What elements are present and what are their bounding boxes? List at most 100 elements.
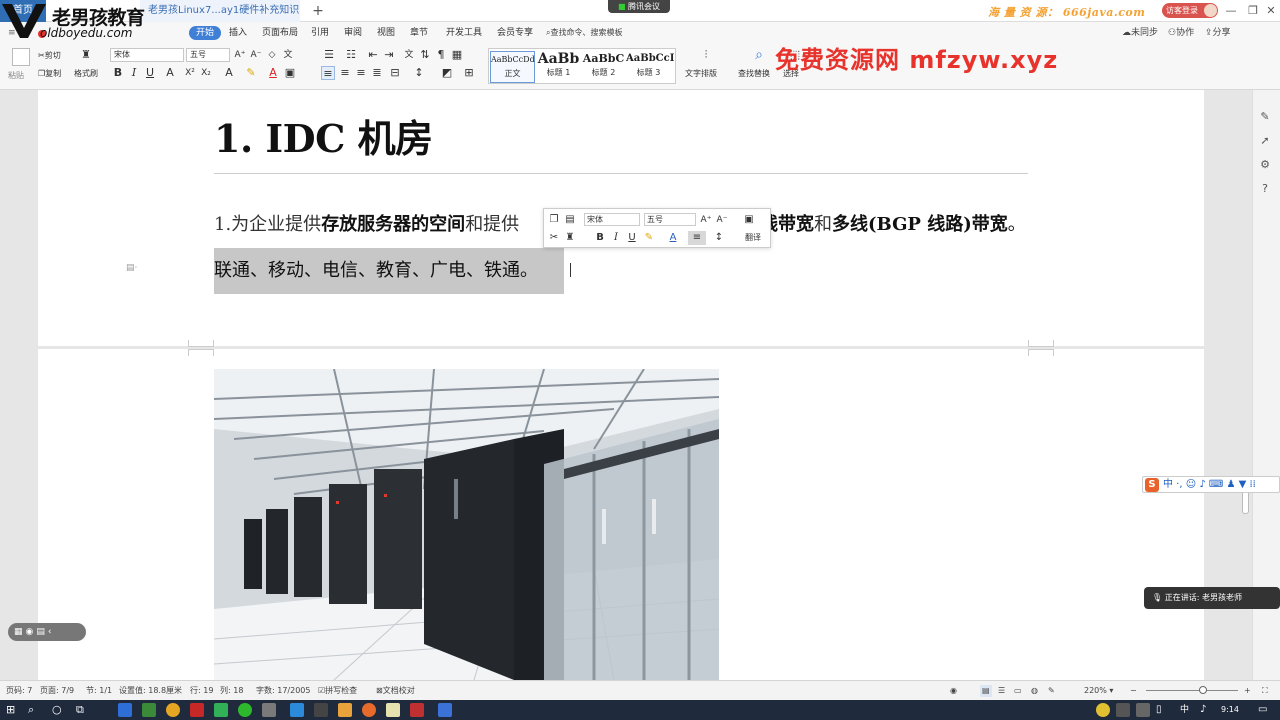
taskbar-app-icon[interactable] (118, 703, 132, 717)
italic-icon[interactable]: I (610, 231, 622, 245)
subscript-icon[interactable]: X₂ (199, 66, 213, 80)
table-icon[interactable]: ▦ (450, 48, 464, 62)
superscript-icon[interactable]: X² (183, 66, 197, 80)
tray-icon[interactable] (1116, 703, 1130, 717)
bold-icon[interactable]: B (594, 231, 606, 245)
text-layout-label[interactable]: 文字排版 (685, 68, 717, 79)
find-replace-label[interactable]: 查找替换 (738, 68, 770, 79)
share-button[interactable]: ⇪分享 (1205, 26, 1231, 40)
shrink-font-icon[interactable]: A⁻ (716, 213, 728, 227)
align-left-icon[interactable]: ≡ (321, 66, 335, 80)
scrollbar-thumb[interactable] (1242, 490, 1249, 514)
decrease-indent-icon[interactable]: ⇤ (366, 48, 380, 62)
format-painter-label[interactable]: 格式刷 (74, 68, 98, 79)
collaborate-button[interactable]: ⚇协作 (1168, 26, 1194, 40)
taskbar-app-icon[interactable] (314, 703, 328, 717)
text-layout-icon[interactable]: ⫶ (697, 48, 715, 62)
menu-chapter[interactable]: 章节 (410, 26, 428, 40)
taskbar-app-icon[interactable] (362, 703, 376, 717)
page-title[interactable]: 1. IDC 机房 (214, 108, 433, 163)
translate-button[interactable]: 翻译 (740, 231, 766, 245)
visitor-login-button[interactable]: 访客登录 (1162, 3, 1218, 18)
menu-review[interactable]: 审阅 (344, 26, 362, 40)
align-icon[interactable]: ≡ (688, 231, 706, 245)
paragraph-1-end[interactable]: 线带宽和多线(BGP 线路)带宽。 (760, 212, 1026, 238)
bullet-list-icon[interactable]: ☰ (322, 48, 336, 62)
paragraph-1[interactable]: 1.为企业提供存放服务器的空间和提供 (214, 212, 519, 238)
zoom-out-icon[interactable]: − (1130, 685, 1137, 697)
taskbar-app-icon[interactable] (142, 703, 156, 717)
strikethrough-icon[interactable]: A (163, 66, 177, 80)
doc-check-button[interactable]: ⊠文档校对 (376, 685, 415, 697)
edit-icon[interactable]: ✎ (1258, 110, 1272, 124)
menu-view[interactable]: 视图 (377, 26, 395, 40)
menu-start[interactable]: 开始 (189, 26, 222, 40)
cut-button[interactable]: ✂剪切 (38, 50, 61, 61)
style-heading-2[interactable]: AaBbC 标题 2 (581, 51, 626, 83)
highlight-icon[interactable]: ✎ (244, 66, 258, 80)
zoom-slider-track[interactable] (1146, 690, 1238, 691)
copy-button[interactable]: ❐复制 (38, 68, 61, 79)
close-button[interactable]: ✕ (1262, 0, 1280, 22)
line-spacing-icon[interactable]: ↕ (712, 231, 726, 245)
zoom-dropdown[interactable]: 220% ▾ (1084, 685, 1113, 697)
search-icon[interactable]: ⌕ (28, 703, 42, 717)
tray-ime-indicator[interactable]: 中 (1180, 703, 1189, 717)
increase-indent-icon[interactable]: ⇥ (382, 48, 396, 62)
minimize-button[interactable]: — (1220, 0, 1242, 22)
numbered-list-icon[interactable]: ☷ (344, 48, 358, 62)
clock[interactable]: 9:14 (1221, 703, 1239, 717)
align-right-icon[interactable]: ≡ (354, 66, 368, 80)
copy-icon[interactable]: ❐ (548, 213, 560, 227)
tray-icon[interactable] (1136, 703, 1150, 717)
notification-icon[interactable]: ▭ (1258, 703, 1272, 717)
style-heading-1[interactable]: AaBb 标题 1 (536, 51, 581, 83)
insert-image-icon[interactable]: ▣ (742, 213, 756, 227)
justify-icon[interactable]: ≣ (370, 66, 384, 80)
tray-icon[interactable] (1096, 703, 1110, 717)
command-search[interactable]: ⌕查找命令、搜索模板 (546, 25, 666, 41)
ime-controls[interactable]: 中 ·, ☺ ♪ ⌨ ♟ ▼ ⁞⁞ (1163, 478, 1256, 492)
mini-size-select[interactable]: 五号 (644, 213, 696, 226)
highlight-icon[interactable]: ✎ (642, 231, 656, 245)
paste-label[interactable]: 粘贴 (8, 70, 24, 81)
ime-toolbar[interactable]: S 中 ·, ☺ ♪ ⌨ ♟ ▼ ⁞⁞ (1142, 476, 1280, 493)
task-view-icon[interactable]: ⧉ (76, 703, 90, 717)
clear-format-icon[interactable]: ◇ (265, 48, 279, 62)
mini-font-select[interactable]: 宋体 (584, 213, 640, 226)
notes-icon[interactable] (386, 703, 400, 717)
chrome-icon[interactable] (166, 703, 180, 717)
help-icon[interactable]: ? (1258, 182, 1272, 196)
underline-icon[interactable]: U (626, 231, 638, 245)
meeting-app-icon[interactable] (438, 703, 452, 717)
read-view-icon[interactable]: ▭ (1014, 685, 1022, 697)
outline-view-icon[interactable]: ☰ (998, 685, 1005, 697)
menu-insert[interactable]: 插入 (229, 26, 247, 40)
meeting-indicator[interactable]: ■ 腾讯会议 (608, 0, 670, 13)
show-marks-icon[interactable]: ¶ (434, 48, 448, 62)
paste-icon[interactable]: ▤ (564, 213, 576, 227)
cursor-icon[interactable]: ➚ (1258, 134, 1272, 148)
align-center-icon[interactable]: ≡ (338, 66, 352, 80)
sync-status[interactable]: ☁未同步 (1122, 26, 1158, 40)
web-view-icon[interactable]: ◍ (1031, 685, 1038, 697)
border-icon[interactable]: ⊞ (462, 66, 476, 80)
style-heading-3[interactable]: AaBbCcI 标题 3 (626, 51, 674, 83)
grow-font-icon[interactable]: A⁺ (233, 48, 247, 62)
style-normal[interactable]: AaBbCcDd 正文 (490, 51, 535, 83)
underline-icon[interactable]: U (143, 66, 157, 80)
format-painter-icon[interactable]: ♜ (564, 231, 576, 245)
tab-document[interactable]: 老男孩Linux7...ay1硬件补充知识 (140, 0, 300, 22)
menu-page-layout[interactable]: 页面布局 (262, 26, 298, 40)
shading-icon[interactable]: ◩ (440, 66, 454, 80)
menu-member[interactable]: 会员专享 (497, 26, 533, 40)
zoom-in-icon[interactable]: + (1244, 685, 1251, 697)
cortana-icon[interactable]: ○ (52, 703, 66, 717)
taskbar-app-icon[interactable] (262, 703, 276, 717)
zoom-slider-knob[interactable] (1199, 686, 1207, 694)
taskbar-app-icon[interactable] (190, 703, 204, 717)
taskbar-app-icon[interactable] (290, 703, 304, 717)
windows-start-icon[interactable]: ⊞ (6, 703, 20, 717)
maximize-button[interactable]: ❐ (1242, 0, 1264, 22)
status-word-count[interactable]: 字数: 17/2005 (256, 685, 310, 697)
